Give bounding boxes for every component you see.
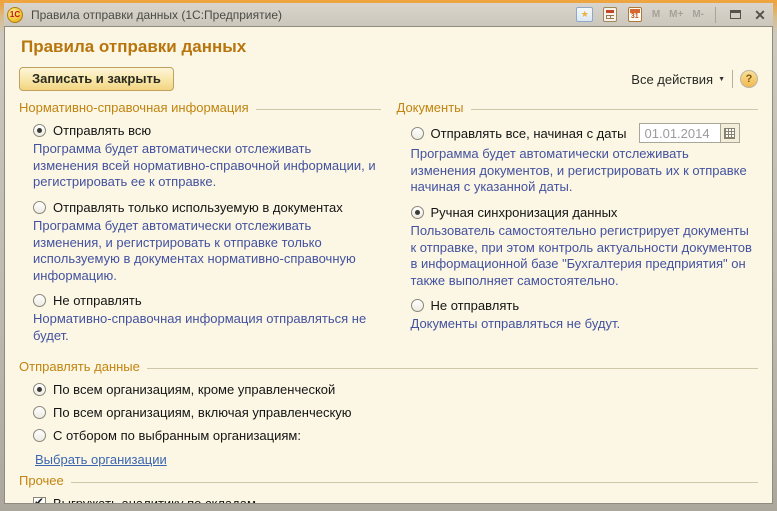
- option-description: Программа будет автоматически отслеживат…: [397, 146, 759, 196]
- group-other: Прочее Выгружать аналитику по складам i …: [19, 473, 758, 504]
- group-line: [147, 368, 758, 369]
- radio-label: По всем организациям, кроме управленческ…: [53, 382, 335, 397]
- memory-m-plus-button: M+: [667, 9, 685, 20]
- calculator-icon: [603, 7, 617, 22]
- radio-label: Отправлять все, начиная с даты: [431, 126, 627, 141]
- radio-icon[interactable]: [33, 124, 46, 137]
- group-line: [71, 482, 758, 483]
- radio-send-used-only[interactable]: Отправлять только используемую в докумен…: [19, 200, 381, 215]
- option-description: Пользователь самостоятельно регистрирует…: [397, 223, 759, 290]
- maximize-icon: [730, 10, 741, 19]
- radio-all-orgs-including-management[interactable]: По всем организациям, включая управленче…: [19, 405, 758, 420]
- radio-label: Не отправлять: [431, 298, 520, 313]
- radio-icon[interactable]: [411, 206, 424, 219]
- favorites-button[interactable]: ★: [575, 6, 595, 24]
- toolbar: Записать и закрыть Все действия ▼ ?: [19, 67, 758, 91]
- maximize-button[interactable]: [725, 6, 745, 24]
- group-nsi-label: Нормативно-справочная информация: [19, 100, 249, 115]
- date-field-wrap: [639, 123, 740, 143]
- toolbar-separator: [732, 70, 733, 88]
- radio-label: С отбором по выбранным организациям:: [53, 428, 301, 443]
- group-documents-label: Документы: [397, 100, 464, 115]
- group-documents: Документы Отправлять все, начиная с даты…: [397, 95, 759, 354]
- all-actions-label: Все действия: [631, 72, 713, 87]
- checkbox-icon[interactable]: [33, 497, 46, 504]
- option-description: Документы отправляться не будут.: [397, 316, 759, 333]
- help-button[interactable]: ?: [740, 70, 758, 88]
- radio-icon[interactable]: [33, 383, 46, 396]
- calendar-grid-icon: [724, 128, 735, 139]
- radio-label: По всем организациям, включая управленче…: [53, 405, 352, 420]
- option-description: Программа будет автоматически отслеживат…: [19, 218, 381, 285]
- radio-do-not-send-nsi[interactable]: Не отправлять: [19, 293, 381, 308]
- option-description: Программа будет автоматически отслеживат…: [19, 141, 381, 191]
- radio-icon[interactable]: [411, 299, 424, 312]
- titlebar-separator: [715, 7, 716, 23]
- radio-send-from-date[interactable]: Отправлять все, начиная с даты: [397, 123, 759, 143]
- start-date-input[interactable]: [640, 124, 720, 142]
- form-content: Правила отправки данных Записать и закры…: [4, 26, 773, 504]
- group-nsi: Нормативно-справочная информация Отправл…: [19, 95, 381, 354]
- all-actions-button[interactable]: Все действия ▼: [631, 72, 725, 87]
- memory-m-button: M: [650, 9, 662, 20]
- radio-send-all-nsi[interactable]: Отправлять всю: [19, 123, 381, 138]
- radio-icon[interactable]: [411, 127, 424, 140]
- radio-all-orgs-except-management[interactable]: По всем организациям, кроме управленческ…: [19, 382, 758, 397]
- group-line: [471, 109, 758, 110]
- group-line: [256, 109, 381, 110]
- app-window: 1С Правила отправки данных (1С:Предприят…: [0, 0, 777, 511]
- chevron-down-icon: ▼: [718, 76, 725, 83]
- radio-icon[interactable]: [33, 294, 46, 307]
- radio-selected-orgs[interactable]: С отбором по выбранным организациям:: [19, 428, 758, 443]
- group-send-data: Отправлять данные По всем организациям, …: [19, 359, 758, 467]
- radio-label: Отправлять всю: [53, 123, 151, 138]
- calendar-button[interactable]: 31: [625, 6, 645, 24]
- warehouse-analytics-option[interactable]: Выгружать аналитику по складам: [19, 496, 758, 504]
- 1c-logo-icon: 1С: [7, 7, 23, 23]
- checkbox-label: Выгружать аналитику по складам: [53, 496, 256, 504]
- window-title: Правила отправки данных (1С:Предприятие): [31, 8, 575, 22]
- calculator-button[interactable]: [600, 6, 620, 24]
- radio-manual-sync[interactable]: Ручная синхронизация данных: [397, 205, 759, 220]
- group-send-data-label: Отправлять данные: [19, 359, 140, 374]
- radio-label: Ручная синхронизация данных: [431, 205, 618, 220]
- option-description: Нормативно-справочная информация отправл…: [19, 311, 381, 344]
- radio-label: Не отправлять: [53, 293, 142, 308]
- page-title: Правила отправки данных: [21, 37, 758, 57]
- radio-icon[interactable]: [33, 429, 46, 442]
- group-other-label: Прочее: [19, 473, 64, 488]
- titlebar: 1С Правила отправки данных (1С:Предприят…: [4, 3, 773, 26]
- close-button[interactable]: ✕: [750, 6, 770, 24]
- calendar-icon: 31: [628, 7, 642, 22]
- close-icon: ✕: [754, 8, 766, 22]
- select-organizations-link[interactable]: Выбрать организации: [35, 452, 167, 467]
- radio-do-not-send-docs[interactable]: Не отправлять: [397, 298, 759, 313]
- memory-m-minus-button: M-: [690, 9, 706, 20]
- date-picker-button[interactable]: [720, 124, 739, 142]
- radio-icon[interactable]: [33, 201, 46, 214]
- radio-icon[interactable]: [33, 406, 46, 419]
- star-icon: ★: [576, 7, 593, 22]
- radio-label: Отправлять только используемую в докумен…: [53, 200, 343, 215]
- save-and-close-button[interactable]: Записать и закрыть: [19, 67, 174, 91]
